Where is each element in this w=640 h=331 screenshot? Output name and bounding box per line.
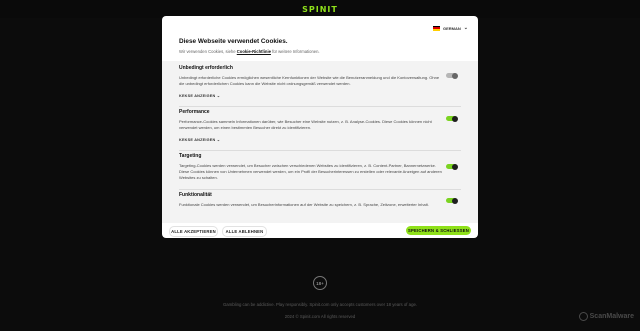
chevron-down-icon: ⌄	[216, 94, 221, 98]
accept-all-button[interactable]: ALLE AKZEPTIEREN	[169, 226, 218, 237]
brand-logo[interactable]: SPINIT	[0, 5, 640, 14]
reject-all-button[interactable]: ALLE ABLEHNEN	[222, 226, 267, 237]
show-cookies-label: KEKSE ANZEIGEN	[179, 94, 216, 98]
cookie-policy-link[interactable]: Cookie-Richtlinie	[237, 49, 271, 54]
language-selector[interactable]: GERMAN ⌄	[433, 21, 468, 35]
dialog-footer: ALLE AKZEPTIEREN ALLE ABLEHNEN SPEICHERN…	[162, 224, 478, 238]
divider	[179, 150, 461, 151]
responsible-gambling-text: Gambling can be addictive. Play responsi…	[222, 302, 418, 307]
watermark-text: ScanMalware	[589, 313, 634, 320]
section-description: Performance-Cookies sammeln Informatione…	[179, 119, 432, 130]
age-restriction-badge: 18+	[313, 276, 327, 290]
chevron-down-icon: ⌄	[216, 138, 221, 142]
de-flag-icon	[433, 25, 441, 31]
divider	[179, 189, 461, 190]
section-targeting: Targeting Targeting-Cookies werden verwe…	[179, 153, 461, 181]
subtitle-text: Wir verwenden Cookies, siehe	[179, 49, 236, 54]
section-title: Targeting	[179, 153, 202, 159]
cookie-consent-dialog: GERMAN ⌄ Diese Webseite verwendet Cookie…	[162, 16, 478, 238]
copyright-text: 2024 © Spinit.com All rights reserved	[284, 314, 356, 319]
show-cookies-label: KEKSE ANZEIGEN	[179, 138, 216, 142]
toggle-targeting[interactable]	[446, 163, 458, 170]
scanmalware-logo-icon	[578, 312, 588, 321]
divider	[179, 106, 461, 107]
show-cookies-link[interactable]: KEKSE ANZEIGEN ⌄	[179, 93, 461, 98]
watermark: ScanMalware	[578, 312, 634, 321]
section-strictly-necessary: Unbedingt erforderlich Unbedingt erforde…	[179, 65, 461, 98]
language-label: GERMAN	[443, 25, 461, 31]
section-title: Funktionalität	[179, 192, 212, 198]
save-close-button[interactable]: SPEICHERN & SCHLIESSEN	[406, 226, 471, 235]
dialog-title: Diese Webseite verwendet Cookies.	[179, 38, 288, 45]
toggle-performance[interactable]	[446, 115, 458, 122]
chevron-down-icon: ⌄	[463, 25, 468, 31]
subtitle-text-end: für weitere Informationen.	[272, 49, 320, 54]
section-description: Targeting-Cookies werden verwendet, um B…	[179, 163, 442, 180]
section-title: Performance	[179, 109, 210, 115]
section-description: Unbedingt erforderliche Cookies ermöglic…	[179, 75, 440, 86]
dialog-subtitle: Wir verwenden Cookies, siehe Cookie-Rich…	[179, 49, 320, 54]
toggle-strictly-necessary	[446, 72, 458, 79]
section-title: Unbedingt erforderlich	[179, 65, 233, 71]
show-cookies-link[interactable]: KEKSE ANZEIGEN ⌄	[179, 137, 461, 142]
toggle-functionality[interactable]	[446, 197, 458, 204]
section-functionality: Funktionalität Funktionale Cookies werde…	[179, 192, 461, 208]
cookie-categories[interactable]: Unbedingt erforderlich Unbedingt erforde…	[162, 61, 478, 223]
section-description: Funktionale Cookies werden verwendet, um…	[179, 202, 429, 207]
section-performance: Performance Performance-Cookies sammeln …	[179, 109, 461, 142]
